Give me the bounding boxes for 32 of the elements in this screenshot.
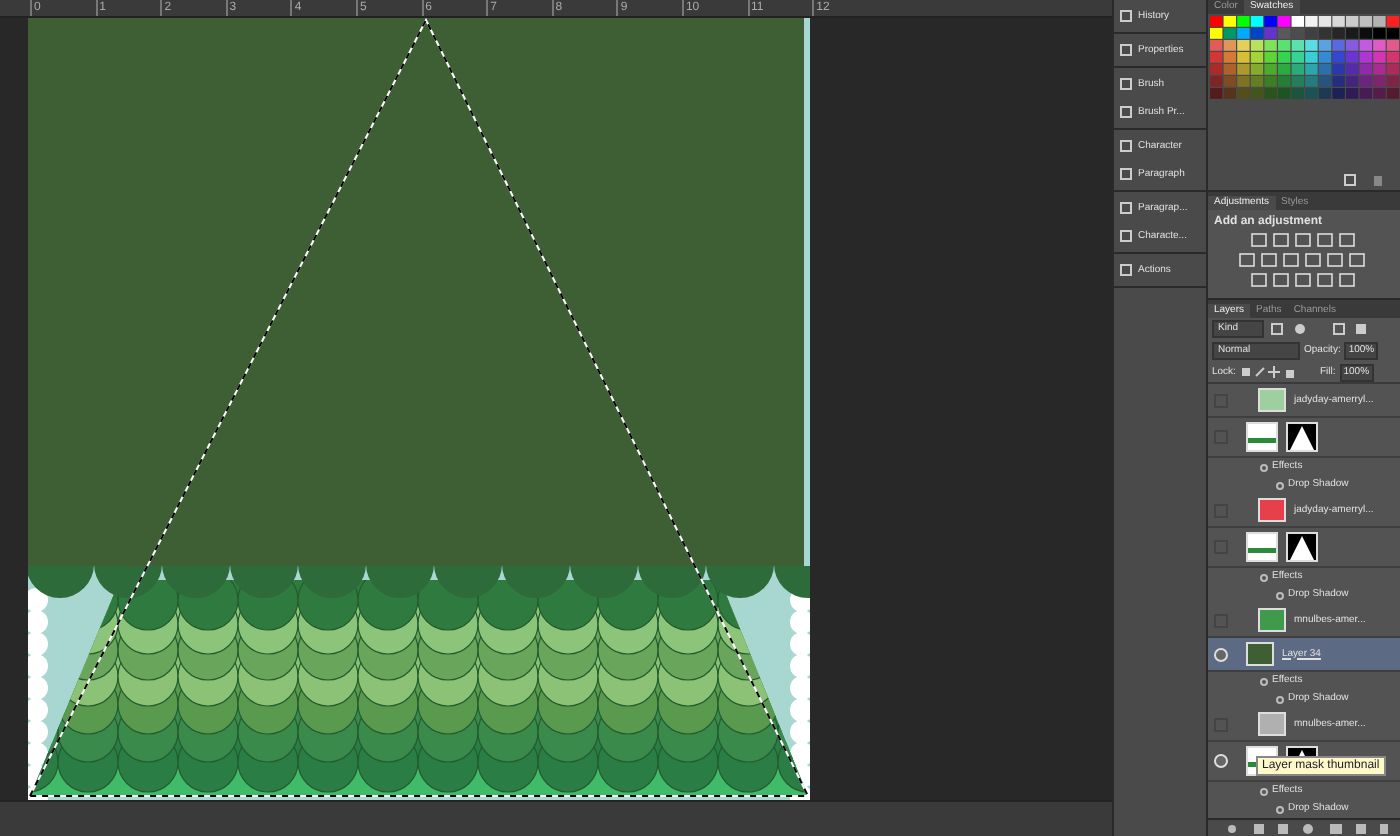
effect-eye-icon[interactable]	[1276, 805, 1284, 813]
layer-mask-thumbnail[interactable]	[1286, 532, 1318, 562]
effect-eye-icon[interactable]	[1276, 591, 1284, 599]
layer-thumbnail[interactable]	[1246, 422, 1278, 452]
effect-eye-icon[interactable]	[1276, 695, 1284, 703]
layer-thumbnail[interactable]	[1246, 532, 1278, 562]
scroll-bar[interactable]	[0, 800, 1112, 836]
panel-icon[interactable]	[1120, 140, 1132, 152]
lock-icons-drawing[interactable]	[1239, 366, 1296, 378]
eye-icon[interactable]	[1214, 647, 1228, 661]
layer-thumbnail[interactable]	[1246, 642, 1274, 666]
panel-icon[interactable]	[1120, 10, 1132, 22]
effect-eye-icon[interactable]	[1260, 677, 1268, 685]
panel-icon[interactable]	[1120, 264, 1132, 276]
effect-eye-icon[interactable]	[1260, 463, 1268, 471]
panel-icon[interactable]	[1120, 168, 1132, 180]
effect-eye-icon[interactable]	[1276, 481, 1284, 489]
effect-eye-icon[interactable]	[1260, 573, 1268, 581]
eye-icon[interactable]	[1214, 754, 1228, 768]
effect-eye-icon[interactable]	[1260, 787, 1268, 795]
layer-thumbnail[interactable]	[1258, 608, 1286, 632]
layer-thumbnail[interactable]	[1258, 388, 1286, 412]
panel-icon[interactable]	[1120, 202, 1132, 214]
panel-icon[interactable]	[1120, 230, 1132, 242]
panel-icon[interactable]	[1120, 106, 1132, 118]
layer-mask-thumbnail[interactable]	[1286, 422, 1318, 452]
layer-thumbnail[interactable]	[1258, 712, 1286, 736]
panel-icon[interactable]	[1120, 44, 1132, 56]
new-swatch-icon[interactable]	[1344, 174, 1356, 186]
layer-actions-icons-drawing[interactable]	[1208, 818, 1400, 836]
layer-thumbnail[interactable]	[1258, 498, 1286, 522]
panel-icon[interactable]	[1120, 78, 1132, 90]
